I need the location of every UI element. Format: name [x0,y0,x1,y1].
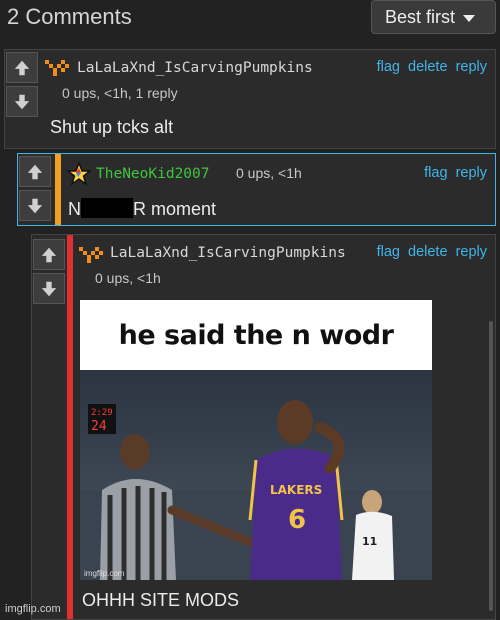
arrow-down-icon [14,94,30,109]
arrow-down-icon [27,198,43,213]
comment-actions: flag delete reply [373,59,487,75]
meme-caption: he said the n wodr [118,319,394,351]
upvote-button[interactable] [19,156,51,187]
arrow-down-icon [41,281,57,296]
comment-meta: 0 ups, <1h, 1 reply [62,85,178,101]
comment-text: N R moment [68,198,216,220]
scrollbar-thumb[interactable] [489,321,493,611]
meme-watermark: imgflip.com [84,569,125,578]
comment-username[interactable]: LaLaLaXnd_IsCarvingPumpkins [77,60,313,76]
comments-header: 2 Comments Best first [0,0,500,40]
arrow-up-icon [27,164,43,179]
comment-1: LaLaLaXnd_IsCarvingPumpkins 0 ups, <1h, … [4,49,496,149]
downvote-button[interactable] [19,190,51,221]
delete-link[interactable]: delete [408,244,448,260]
comment-text: Shut up tcks alt [50,117,174,137]
flag-link[interactable]: flag [377,59,400,75]
text-before-redaction: N [68,199,81,219]
reply-link[interactable]: reply [456,165,487,181]
meme-image[interactable]: he said the n wodr 2:29 24 LAKERS 6 11 i… [80,300,432,580]
user-avatar[interactable] [79,243,103,267]
user-avatar[interactable] [45,56,69,80]
comment-username[interactable]: LaLaLaXnd_IsCarvingPumpkins [110,245,346,261]
sort-label: Best first [385,6,456,27]
comment-username[interactable]: TheNeoKid2007 [96,166,210,182]
scoreboard-shot-clock: 24 [91,419,107,434]
comment-count: 2 Comments [7,4,132,29]
reply-link[interactable]: reply [456,59,487,75]
comment-meta: 0 ups, <1h [236,165,302,181]
comment-text: OHHH SITE MODS [82,590,240,610]
basketball-photo: 2:29 24 LAKERS 6 11 [80,370,432,580]
comment-meta: 0 ups, <1h [95,270,161,286]
flag-link[interactable]: flag [377,244,400,260]
upvote-button[interactable] [6,52,38,83]
arrow-up-icon [14,60,30,75]
star-badge-icon[interactable] [67,162,91,186]
opponent-jersey-text: 11 [362,535,377,548]
jersey-team-text: LAKERS [270,483,322,497]
redaction-bar [81,198,133,218]
sort-dropdown[interactable]: Best first [371,0,496,34]
reply-accent-bar [67,235,73,619]
footer-watermark: imgflip.com [5,603,61,615]
downvote-button[interactable] [6,86,38,117]
delete-link[interactable]: delete [408,59,448,75]
chevron-down-icon [463,14,476,22]
reply-link[interactable]: reply [456,244,487,260]
downvote-button[interactable] [33,273,65,304]
jersey-number-text: 6 [288,505,306,535]
text-after-redaction: R moment [133,199,217,219]
flag-link[interactable]: flag [424,165,447,181]
upvote-button[interactable] [33,239,65,270]
arrow-up-icon [41,247,57,262]
scoreboard-clock: 2:29 [91,408,113,418]
reply-accent-bar [55,154,61,225]
comment-actions: flag delete reply [373,244,487,260]
comment-2: TheNeoKid2007 0 ups, <1h flag reply N R m… [17,153,496,226]
comment-actions: flag reply [420,165,487,181]
